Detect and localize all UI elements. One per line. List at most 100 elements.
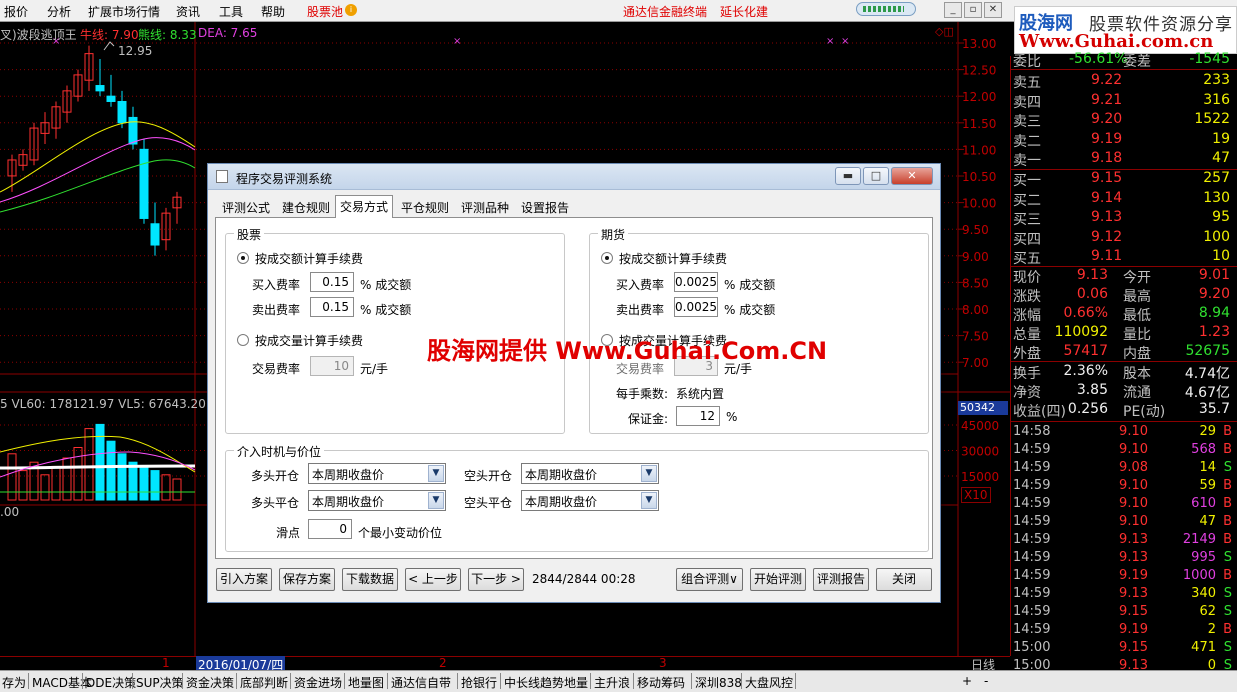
stat-row[interactable]: 总量 110092 量比 1.23 bbox=[1011, 324, 1237, 343]
futures-sell-rate-input[interactable]: 0.0025 bbox=[674, 297, 718, 317]
menu-quote[interactable]: 报价 bbox=[4, 3, 28, 20]
ask-row[interactable]: 卖一 9.18 47 bbox=[1011, 150, 1237, 169]
stock-trade-fee-input[interactable]: 10 bbox=[310, 356, 354, 376]
bid-row[interactable]: 买一 9.15 257 bbox=[1011, 170, 1237, 189]
zoom-out-button[interactable]: - bbox=[984, 674, 988, 688]
stat-value-2: 1.23 bbox=[1198, 324, 1230, 340]
stock-radio-amount[interactable] bbox=[237, 252, 249, 264]
slippage-input[interactable]: 0 bbox=[308, 519, 352, 539]
stat-value-2: 9.20 bbox=[1198, 286, 1230, 302]
ask-row[interactable]: 卖二 9.19 19 bbox=[1011, 131, 1237, 150]
weibi-row[interactable]: 委比 -56.61% 委差 -1545 bbox=[1011, 51, 1237, 70]
stat-label-2: 今开 bbox=[1123, 270, 1151, 286]
stock-sell-rate-input[interactable]: 0.15 bbox=[310, 297, 354, 317]
close-icon[interactable]: ✕ bbox=[984, 2, 1002, 18]
bottom-tab-item[interactable]: 底部判断 bbox=[240, 674, 288, 691]
bottom-tab-item[interactable]: 存为 bbox=[2, 674, 26, 691]
bottom-tab-item[interactable]: 资金决策 bbox=[186, 674, 234, 691]
stock-buy-rate-input[interactable]: 0.15 bbox=[310, 272, 354, 292]
chevron-down-icon[interactable]: ▼ bbox=[641, 492, 657, 509]
menu-help[interactable]: 帮助 bbox=[261, 3, 285, 20]
import-plan-button[interactable]: 引入方案 bbox=[216, 568, 272, 591]
bid-row[interactable]: 买三 9.13 95 bbox=[1011, 209, 1237, 228]
chevron-down-icon[interactable]: ▼ bbox=[428, 465, 444, 482]
chart-options-icon[interactable]: ◇◫ bbox=[935, 25, 954, 38]
tab-instruments[interactable]: 评测品种 bbox=[457, 197, 513, 217]
stat-label: 现价 bbox=[1013, 270, 1041, 286]
tab-close-rules[interactable]: 平仓规则 bbox=[397, 197, 453, 217]
menu-news[interactable]: 资讯 bbox=[176, 3, 200, 20]
bid-row[interactable]: 买四 9.12 100 bbox=[1011, 229, 1237, 248]
zoom-in-button[interactable]: + bbox=[962, 674, 972, 688]
menu-extended-market[interactable]: 扩展市场行情 bbox=[88, 3, 160, 20]
dialog-maximize-icon[interactable]: □ bbox=[863, 167, 889, 185]
bottom-tab-item[interactable]: 移动筹码 bbox=[637, 674, 685, 691]
fundamental-row[interactable]: 净资 3.85 流通 4.67亿 bbox=[1011, 382, 1237, 401]
futures-buy-rate-input[interactable]: 0.0025 bbox=[674, 272, 718, 292]
volume-bottom-label: .00 bbox=[0, 505, 20, 519]
volume-unit: X10 bbox=[961, 487, 991, 503]
stat-row[interactable]: 现价 9.13 今开 9.01 bbox=[1011, 267, 1237, 286]
start-evaluate-button[interactable]: 开始评测 bbox=[750, 568, 806, 591]
menu-tools[interactable]: 工具 bbox=[219, 3, 243, 20]
futures-radio-amount[interactable] bbox=[601, 252, 613, 264]
bottom-tab-item[interactable]: 中长线趋势地量 bbox=[504, 674, 588, 691]
long-close-select[interactable]: 本周期收盘价 ▼ bbox=[308, 490, 446, 511]
ticks-separator bbox=[1011, 421, 1237, 422]
price-axis-label: 11.50 bbox=[962, 117, 996, 131]
short-close-select[interactable]: 本周期收盘价 ▼ bbox=[521, 490, 659, 511]
bottom-tab-item[interactable]: DDE决策 bbox=[86, 674, 136, 691]
stat-row[interactable]: 涨幅 0.66% 最低 8.94 bbox=[1011, 305, 1237, 324]
next-step-button[interactable]: 下一步 > bbox=[468, 568, 524, 591]
link-stock-name[interactable]: 延长化建 bbox=[720, 3, 768, 20]
stock-radio-amount-label[interactable]: 按成交额计算手续费 bbox=[255, 250, 363, 267]
fundamental-row[interactable]: 收益(四) 0.256 PE(动) 35.7 bbox=[1011, 401, 1237, 420]
tab-open-rules[interactable]: 建仓规则 bbox=[278, 197, 334, 217]
ask-row[interactable]: 卖五 9.22 233 bbox=[1011, 72, 1237, 91]
program-trade-evaluation-dialog: 程序交易评测系统 ▬ □ ✕ 评测公式 建仓规则 交易方式 平仓规则 评测品种 … bbox=[207, 163, 941, 603]
fundamental-row[interactable]: 换手 2.36% 股本 4.74亿 bbox=[1011, 363, 1237, 382]
bottom-tab-item[interactable]: 资金进场 bbox=[294, 674, 342, 691]
tab-separator bbox=[633, 673, 634, 689]
short-open-select[interactable]: 本周期收盘价 ▼ bbox=[521, 463, 659, 484]
prev-step-button[interactable]: < 上一步 bbox=[405, 568, 461, 591]
dialog-titlebar[interactable]: 程序交易评测系统 ▬ □ ✕ bbox=[208, 164, 940, 190]
bottom-tab-item[interactable]: SUP决策 bbox=[136, 674, 184, 691]
minimize-icon[interactable]: _ bbox=[944, 2, 962, 18]
bottom-tab-item[interactable]: 地量图 bbox=[348, 674, 384, 691]
ask-row[interactable]: 卖四 9.21 316 bbox=[1011, 92, 1237, 111]
bottom-tab-item[interactable]: 抢银行 bbox=[461, 674, 497, 691]
evaluate-report-button[interactable]: 评测报告 bbox=[813, 568, 869, 591]
stock-radio-volume-label[interactable]: 按成交量计算手续费 bbox=[255, 332, 363, 349]
close-button[interactable]: 关闭 bbox=[876, 568, 932, 591]
save-plan-button[interactable]: 保存方案 bbox=[279, 568, 335, 591]
dialog-minimize-icon[interactable]: ▬ bbox=[835, 167, 861, 185]
combo-evaluate-button[interactable]: 组合评测∨ bbox=[676, 568, 743, 591]
restore-icon[interactable]: ▫ bbox=[964, 2, 982, 18]
futures-radio-amount-label[interactable]: 按成交额计算手续费 bbox=[619, 250, 727, 267]
bottom-tab-item[interactable]: 通达信自带 bbox=[391, 674, 451, 691]
price-peak-label: 12.95 bbox=[118, 44, 153, 58]
tab-formula[interactable]: 评测公式 bbox=[218, 197, 274, 217]
menu-analysis[interactable]: 分析 bbox=[47, 3, 71, 20]
dialog-close-icon[interactable]: ✕ bbox=[891, 167, 933, 185]
stat-row[interactable]: 涨跌 0.06 最高 9.20 bbox=[1011, 286, 1237, 305]
tab-trade-mode[interactable]: 交易方式 bbox=[335, 195, 394, 218]
bottom-tab-item[interactable]: 主升浪 bbox=[594, 674, 630, 691]
link-tdx-terminal[interactable]: 通达信金融终端 bbox=[623, 3, 707, 20]
bottom-tab-item[interactable]: 大盘风控 bbox=[745, 674, 793, 691]
bid-row[interactable]: 买五 9.11 10 bbox=[1011, 248, 1237, 267]
bid-row[interactable]: 买二 9.14 130 bbox=[1011, 190, 1237, 209]
stat-row[interactable]: 外盘 57417 内盘 52675 bbox=[1011, 343, 1237, 362]
menu-stock-pool[interactable]: 股票池 bbox=[307, 3, 343, 20]
chevron-down-icon[interactable]: ▼ bbox=[428, 492, 444, 509]
bottom-tab-item[interactable]: 深圳838 bbox=[695, 674, 742, 691]
stock-radio-volume[interactable] bbox=[237, 334, 249, 346]
download-data-button[interactable]: 下载数据 bbox=[342, 568, 398, 591]
long-open-select[interactable]: 本周期收盘价 ▼ bbox=[308, 463, 446, 484]
chevron-down-icon[interactable]: ▼ bbox=[641, 465, 657, 482]
futures-margin-input[interactable]: 12 bbox=[676, 406, 720, 426]
futures-buy-rate-label: 买入费率 bbox=[616, 278, 665, 292]
ask-row[interactable]: 卖三 9.20 1522 bbox=[1011, 111, 1237, 130]
tab-report-settings[interactable]: 设置报告 bbox=[517, 197, 573, 217]
